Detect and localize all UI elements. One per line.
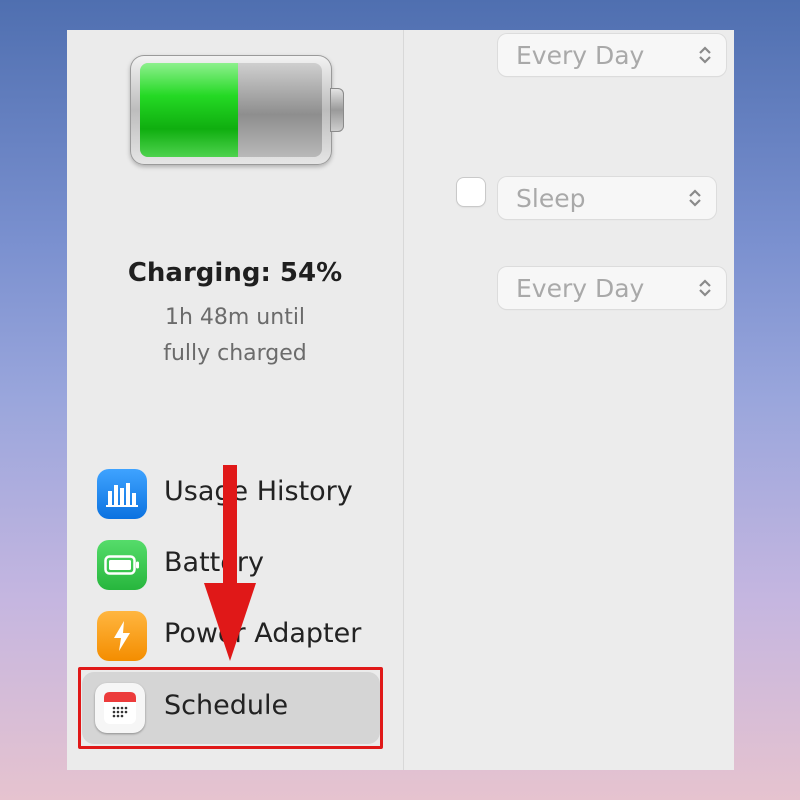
chevron-updown-icon: [699, 46, 711, 64]
battery-fill: [140, 63, 239, 157]
down-arrow-icon: [204, 465, 256, 661]
time-remaining-line2: fully charged: [163, 341, 307, 366]
schedule-panel: Every Day Sleep Every Day: [404, 30, 734, 770]
sidebar-item-label: Power Adapter: [164, 618, 362, 649]
lightning-icon: [97, 611, 147, 661]
action-checkbox[interactable]: [457, 178, 485, 206]
highlight-box: [78, 667, 383, 749]
charging-status: Charging: 54%: [127, 258, 343, 288]
action-popup[interactable]: Sleep: [498, 177, 716, 219]
time-remaining-line1: 1h 48m until: [164, 305, 306, 330]
bar-chart-icon: [97, 469, 147, 519]
repeat-popup-1[interactable]: Every Day: [498, 34, 726, 76]
battery-icon: [130, 55, 350, 165]
settings-window: Charging: 54% 1h 48m until fully charged…: [67, 30, 734, 770]
chevron-updown-icon: [699, 279, 711, 297]
battery-icon: [97, 540, 147, 590]
chevron-updown-icon: [689, 189, 701, 207]
repeat-popup-2[interactable]: Every Day: [498, 267, 726, 309]
